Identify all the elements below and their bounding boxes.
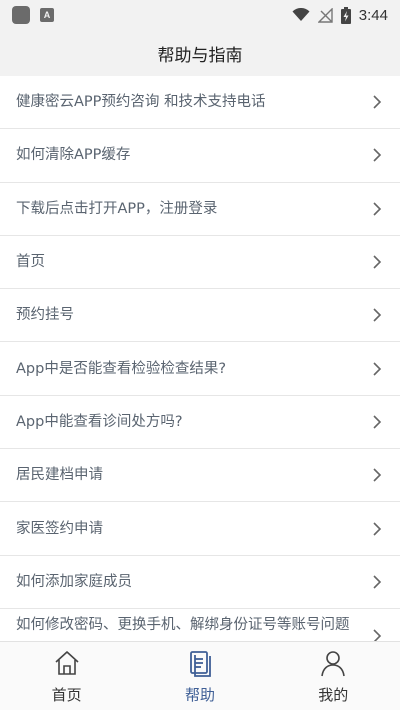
help-item-appointment[interactable]: 预约挂号 bbox=[0, 289, 400, 343]
status-time: 3:44 bbox=[358, 6, 388, 24]
help-item-label: 家医签约申请 bbox=[16, 520, 103, 537]
help-item-label: 预约挂号 bbox=[16, 307, 74, 324]
help-item-label: 如何修改密码、更换手机、解绑身份证号等账号问题 bbox=[16, 616, 350, 633]
chevron-right-icon bbox=[373, 415, 382, 429]
help-item-label: App中能查看诊间处方吗? bbox=[16, 413, 183, 430]
help-item-test-results[interactable]: App中是否能查看检验检查结果? bbox=[0, 342, 400, 396]
no-signal-icon bbox=[317, 7, 333, 23]
page-title: 帮助与指南 bbox=[157, 45, 243, 66]
chevron-right-icon bbox=[373, 308, 382, 322]
status-bar-right: 3:44 bbox=[292, 6, 388, 24]
chevron-right-icon bbox=[373, 629, 382, 641]
help-item-resident-record[interactable]: 居民建档申请 bbox=[0, 449, 400, 503]
help-item-label: 首页 bbox=[16, 254, 45, 271]
tab-profile-label: 我的 bbox=[318, 685, 349, 704]
chevron-right-icon bbox=[373, 575, 382, 589]
status-bar: A 3:44 bbox=[0, 0, 400, 30]
chevron-right-icon bbox=[373, 148, 382, 163]
help-item-label: 下载后点击打开APP，注册登录 bbox=[16, 200, 218, 217]
chevron-right-icon bbox=[373, 362, 382, 376]
help-item-tech-support-phone[interactable]: 健康密云APP预约咨询 和技术支持电话 bbox=[0, 76, 400, 130]
help-item-family-doctor[interactable]: 家医签约申请 bbox=[0, 502, 400, 556]
help-item-home[interactable]: 首页 bbox=[0, 236, 400, 290]
help-item-label: 如何清除APP缓存 bbox=[16, 147, 131, 164]
chevron-right-icon bbox=[373, 468, 382, 482]
battery-charging-icon bbox=[340, 6, 351, 24]
help-item-label: App中是否能查看检验检查结果? bbox=[16, 360, 227, 377]
chevron-right-icon bbox=[373, 521, 382, 536]
help-item-register-login[interactable]: 下载后点击打开APP，注册登录 bbox=[0, 183, 400, 236]
tab-help-label: 帮助 bbox=[184, 685, 215, 704]
help-item-clear-cache[interactable]: 如何清除APP缓存 bbox=[0, 129, 400, 183]
chevron-right-icon bbox=[373, 255, 382, 269]
bottom-tab-bar: 首页 帮助 我的 bbox=[0, 641, 400, 710]
home-icon bbox=[55, 650, 79, 675]
document-icon bbox=[190, 650, 211, 677]
tab-home-label: 首页 bbox=[51, 685, 82, 704]
tab-home[interactable]: 首页 bbox=[22, 648, 112, 705]
title-bar: 帮助与指南 bbox=[0, 30, 400, 76]
person-icon bbox=[321, 650, 346, 676]
chevron-right-icon bbox=[373, 95, 382, 109]
help-item-label: 居民建档申请 bbox=[16, 467, 103, 484]
help-item-label: 健康密云APP预约咨询 和技术支持电话 bbox=[16, 94, 266, 111]
help-item-account-issues[interactable]: 如何修改密码、更换手机、解绑身份证号等账号问题 bbox=[0, 609, 400, 641]
help-list[interactable]: 健康密云APP预约咨询 和技术支持电话 如何清除APP缓存 下载后点击打开APP… bbox=[0, 76, 400, 641]
wifi-icon bbox=[292, 8, 310, 21]
tab-profile[interactable]: 我的 bbox=[288, 648, 378, 705]
help-item-add-family[interactable]: 如何添加家庭成员 bbox=[0, 556, 400, 609]
status-bar-left: A bbox=[12, 6, 54, 24]
chevron-right-icon bbox=[373, 202, 382, 216]
app-notification-icon bbox=[12, 6, 30, 24]
help-item-label: 如何添加家庭成员 bbox=[16, 573, 132, 590]
tab-help[interactable]: 帮助 bbox=[155, 648, 245, 705]
a-notification-icon: A bbox=[40, 8, 54, 22]
help-item-prescriptions[interactable]: App中能查看诊间处方吗? bbox=[0, 396, 400, 450]
